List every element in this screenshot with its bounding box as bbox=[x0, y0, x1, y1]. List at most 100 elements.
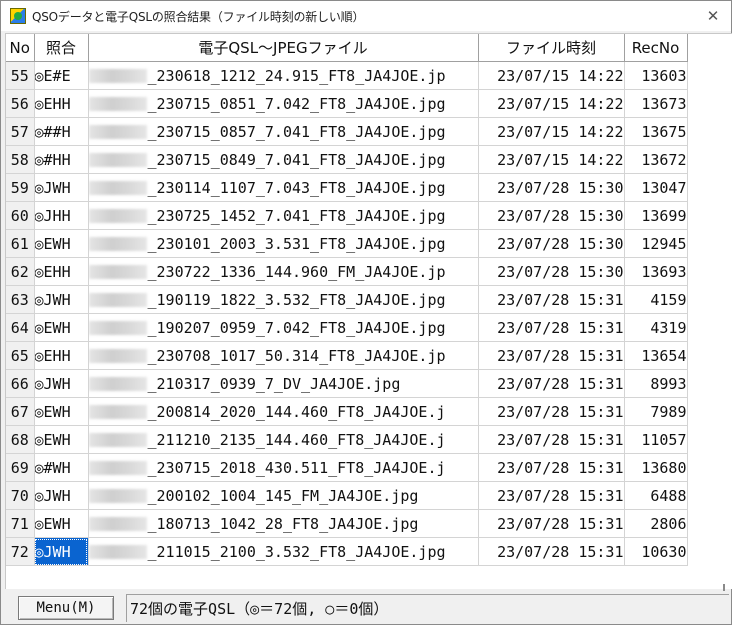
column-header-match[interactable]: 照合 bbox=[34, 34, 89, 62]
recno-cell[interactable]: 13680 bbox=[624, 453, 688, 482]
match-cell[interactable]: ◎EWH bbox=[34, 509, 89, 538]
file-cell[interactable]: _230725_1452_7.041_FT8_JA4JOE.jpg bbox=[88, 201, 479, 230]
match-cell[interactable]: ◎#WH bbox=[34, 453, 89, 482]
time-cell[interactable]: 23/07/28 15:31 bbox=[478, 425, 625, 454]
column-header-recno[interactable]: RecNo bbox=[624, 34, 688, 62]
row-number[interactable]: 71 bbox=[6, 509, 35, 538]
row-number[interactable]: 55 bbox=[6, 61, 35, 90]
match-cell[interactable]: ◎EHH bbox=[34, 341, 89, 370]
row-number[interactable]: 66 bbox=[6, 369, 35, 398]
time-cell[interactable]: 23/07/28 15:31 bbox=[478, 397, 625, 426]
file-cell[interactable]: _190207_0959_7.042_FT8_JA4JOE.jpg bbox=[88, 313, 479, 342]
table-row[interactable]: 59 ◎JWH _230114_1107_7.043_FT8_JA4JOE.jpg 2… bbox=[6, 173, 688, 202]
column-header-no[interactable]: No bbox=[6, 34, 35, 62]
menu-button[interactable]: Menu(M) bbox=[18, 596, 114, 620]
file-cell[interactable]: _211015_2100_3.532_FT8_JA4JOE.jpg bbox=[88, 537, 479, 566]
recno-cell[interactable]: 11057 bbox=[624, 425, 688, 454]
recno-cell[interactable]: 13603 bbox=[624, 61, 688, 90]
recno-cell[interactable]: 4159 bbox=[624, 285, 688, 314]
table-row[interactable]: 63 ◎JWH _190119_1822_3.532_FT8_JA4JOE.jpg 2… bbox=[6, 285, 688, 314]
recno-cell[interactable]: 10630 bbox=[624, 537, 688, 566]
recno-cell[interactable]: 13693 bbox=[624, 257, 688, 286]
match-cell[interactable]: ◎JWH bbox=[34, 173, 89, 202]
match-cell[interactable]: ◎JWH bbox=[34, 481, 89, 510]
time-cell[interactable]: 23/07/28 15:31 bbox=[478, 369, 625, 398]
match-cell[interactable]: ◎EWH bbox=[34, 313, 89, 342]
table-row[interactable]: 64 ◎EWH _190207_0959_7.042_FT8_JA4JOE.jpg 2… bbox=[6, 313, 688, 342]
time-cell[interactable]: 23/07/28 15:31 bbox=[478, 509, 625, 538]
match-cell[interactable]: ◎EWH bbox=[34, 397, 89, 426]
file-cell[interactable]: _200102_1004_145_FM_JA4JOE.jpg bbox=[88, 481, 479, 510]
time-cell[interactable]: 23/07/28 15:31 bbox=[478, 285, 625, 314]
time-cell[interactable]: 23/07/28 15:31 bbox=[478, 481, 625, 510]
match-cell[interactable]: ◎EWH bbox=[34, 229, 89, 258]
recno-cell[interactable]: 13047 bbox=[624, 173, 688, 202]
file-cell[interactable]: _230114_1107_7.043_FT8_JA4JOE.jpg bbox=[88, 173, 479, 202]
title-bar[interactable]: QSOデータと電子QSLの照合結果（ファイル時刻の新しい順） ✕ bbox=[1, 1, 731, 31]
match-cell[interactable]: ◎JWH bbox=[34, 285, 89, 314]
table-row[interactable]: 71 ◎EWH _180713_1042_28_FT8_JA4JOE.jpg 23/0… bbox=[6, 509, 688, 538]
match-cell[interactable]: ◎JWH bbox=[34, 369, 89, 398]
file-cell[interactable]: _230715_0849_7.041_FT8_JA4JOE.jpg bbox=[88, 145, 479, 174]
results-grid[interactable]: No 照合 電子QSL～JPEGファイル ファイル時刻 RecNo 55 ◎E#E… bbox=[5, 33, 732, 602]
row-number[interactable]: 57 bbox=[6, 117, 35, 146]
time-cell[interactable]: 23/07/28 15:30 bbox=[478, 229, 625, 258]
row-number[interactable]: 65 bbox=[6, 341, 35, 370]
time-cell[interactable]: 23/07/15 14:22 bbox=[478, 89, 625, 118]
table-row[interactable]: 70 ◎JWH _200102_1004_145_FM_JA4JOE.jpg 23/0… bbox=[6, 481, 688, 510]
table-row[interactable]: 68 ◎EWH _211210_2135_144.460_FT8_JA4JOE.j 2… bbox=[6, 425, 688, 454]
match-cell[interactable]: ◎JHH bbox=[34, 201, 89, 230]
table-row[interactable]: 55 ◎E#E _230618_1212_24.915_FT8_JA4JOE.jp 2… bbox=[6, 61, 688, 90]
recno-cell[interactable]: 4319 bbox=[624, 313, 688, 342]
table-row[interactable]: 66 ◎JWH _210317_0939_7_DV_JA4JOE.jpg 23/07/… bbox=[6, 369, 688, 398]
recno-cell[interactable]: 13699 bbox=[624, 201, 688, 230]
recno-cell[interactable]: 13672 bbox=[624, 145, 688, 174]
time-cell[interactable]: 23/07/15 14:22 bbox=[478, 117, 625, 146]
file-cell[interactable]: _230618_1212_24.915_FT8_JA4JOE.jp bbox=[88, 61, 479, 90]
match-cell[interactable]: ◎EWH bbox=[34, 425, 89, 454]
table-row[interactable]: 56 ◎EHH _230715_0851_7.042_FT8_JA4JOE.jpg 2… bbox=[6, 89, 688, 118]
column-header-file[interactable]: 電子QSL～JPEGファイル bbox=[88, 34, 479, 62]
match-cell[interactable]: ◎JWH bbox=[34, 537, 89, 566]
row-number[interactable]: 60 bbox=[6, 201, 35, 230]
recno-cell[interactable]: 13654 bbox=[624, 341, 688, 370]
match-cell[interactable]: ◎##H bbox=[34, 117, 89, 146]
row-number[interactable]: 64 bbox=[6, 313, 35, 342]
file-cell[interactable]: _230101_2003_3.531_FT8_JA4JOE.jpg bbox=[88, 229, 479, 258]
row-number[interactable]: 72 bbox=[6, 537, 35, 566]
file-cell[interactable]: _230715_2018_430.511_FT8_JA4JOE.j bbox=[88, 453, 479, 482]
table-row[interactable]: 57 ◎##H _230715_0857_7.041_FT8_JA4JOE.jpg 2… bbox=[6, 117, 688, 146]
row-number[interactable]: 69 bbox=[6, 453, 35, 482]
row-number[interactable]: 59 bbox=[6, 173, 35, 202]
row-number[interactable]: 67 bbox=[6, 397, 35, 426]
row-number[interactable]: 62 bbox=[6, 257, 35, 286]
file-cell[interactable]: _210317_0939_7_DV_JA4JOE.jpg bbox=[88, 369, 479, 398]
recno-cell[interactable]: 6488 bbox=[624, 481, 688, 510]
time-cell[interactable]: 23/07/15 14:22 bbox=[478, 145, 625, 174]
time-cell[interactable]: 23/07/28 15:31 bbox=[478, 313, 625, 342]
file-cell[interactable]: _230708_1017_50.314_FT8_JA4JOE.jp bbox=[88, 341, 479, 370]
table-row[interactable]: 72 ◎JWH _211015_2100_3.532_FT8_JA4JOE.jpg 2… bbox=[6, 537, 688, 566]
close-button[interactable]: ✕ bbox=[703, 6, 723, 26]
file-cell[interactable]: _230715_0857_7.041_FT8_JA4JOE.jpg bbox=[88, 117, 479, 146]
file-cell[interactable]: _190119_1822_3.532_FT8_JA4JOE.jpg bbox=[88, 285, 479, 314]
match-cell[interactable]: ◎E#E bbox=[34, 61, 89, 90]
recno-cell[interactable]: 7989 bbox=[624, 397, 688, 426]
match-cell[interactable]: ◎EHH bbox=[34, 257, 89, 286]
file-cell[interactable]: _200814_2020_144.460_FT8_JA4JOE.j bbox=[88, 397, 479, 426]
recno-cell[interactable]: 2806 bbox=[624, 509, 688, 538]
row-number[interactable]: 61 bbox=[6, 229, 35, 258]
match-cell[interactable]: ◎EHH bbox=[34, 89, 89, 118]
time-cell[interactable]: 23/07/28 15:31 bbox=[478, 341, 625, 370]
row-number[interactable]: 68 bbox=[6, 425, 35, 454]
file-cell[interactable]: _211210_2135_144.460_FT8_JA4JOE.j bbox=[88, 425, 479, 454]
recno-cell[interactable]: 13675 bbox=[624, 117, 688, 146]
time-cell[interactable]: 23/07/28 15:30 bbox=[478, 173, 625, 202]
file-cell[interactable]: _180713_1042_28_FT8_JA4JOE.jpg bbox=[88, 509, 479, 538]
table-row[interactable]: 62 ◎EHH _230722_1336_144.960_FM_JA4JOE.jp 2… bbox=[6, 257, 688, 286]
recno-cell[interactable]: 8993 bbox=[624, 369, 688, 398]
time-cell[interactable]: 23/07/28 15:31 bbox=[478, 453, 625, 482]
file-cell[interactable]: _230722_1336_144.960_FM_JA4JOE.jp bbox=[88, 257, 479, 286]
table-row[interactable]: 60 ◎JHH _230725_1452_7.041_FT8_JA4JOE.jpg 2… bbox=[6, 201, 688, 230]
table-row[interactable]: 58 ◎#HH _230715_0849_7.041_FT8_JA4JOE.jpg 2… bbox=[6, 145, 688, 174]
